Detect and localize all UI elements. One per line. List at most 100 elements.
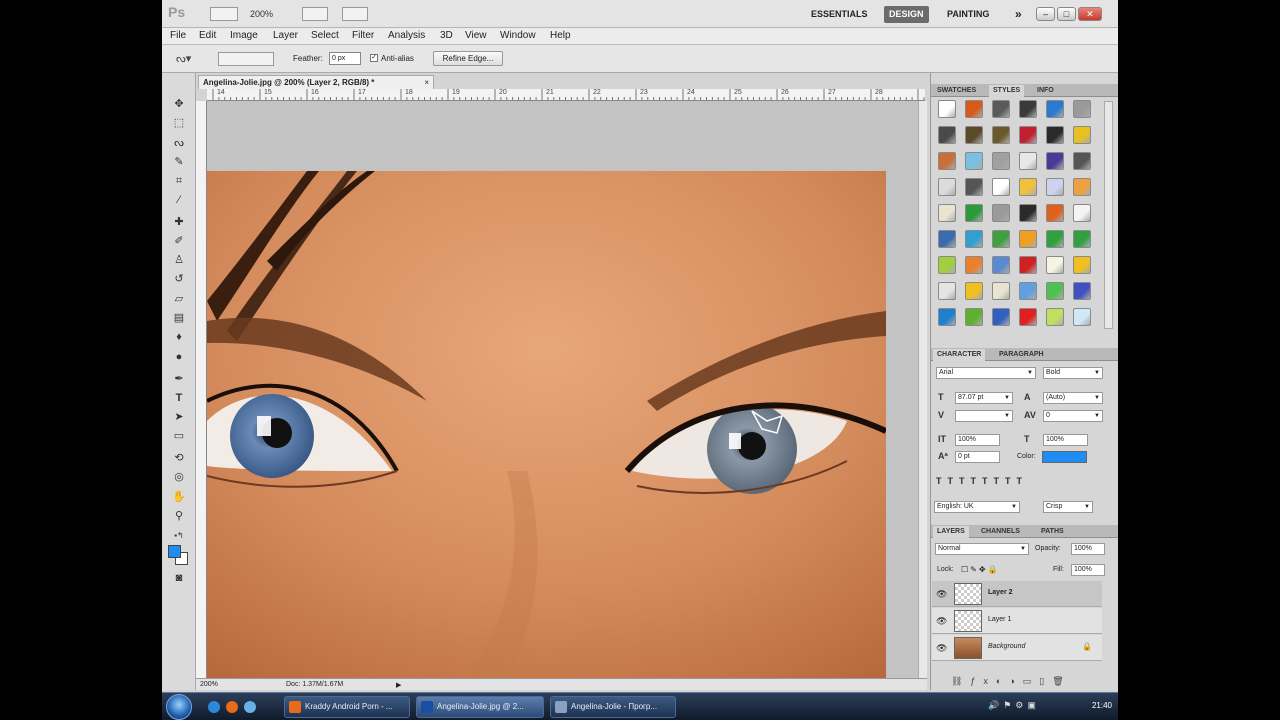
quicklaunch-ie-icon[interactable] [208, 701, 220, 713]
style-preset-swatch[interactable] [1073, 308, 1091, 326]
refine-edge-button[interactable]: Refine Edge... [433, 51, 503, 66]
healing-brush-tool-icon[interactable]: ✚ [171, 215, 187, 229]
style-preset-swatch[interactable] [1073, 256, 1091, 274]
tab-character[interactable]: CHARACTER [933, 349, 986, 361]
marquee-tool-icon[interactable]: ⬚ [171, 116, 187, 130]
layer-row-layer-1[interactable]: 👁 Layer 1 [932, 608, 1102, 634]
zoom-level-dropdown[interactable]: 200% [250, 9, 273, 19]
shape-tool-icon[interactable]: ▭ [171, 429, 187, 443]
style-preset-swatch[interactable] [1019, 282, 1037, 300]
tab-channels[interactable]: CHANNELS [977, 526, 1024, 538]
tracking-field[interactable]: 0 ▼ [1043, 410, 1103, 422]
style-preset-swatch[interactable] [1019, 126, 1037, 144]
style-preset-swatch[interactable] [938, 282, 956, 300]
style-preset-swatch[interactable] [1046, 230, 1064, 248]
path-selection-tool-icon[interactable]: ➤ [171, 410, 187, 424]
style-preset-swatch[interactable] [992, 230, 1010, 248]
style-preset-swatch[interactable] [938, 126, 956, 144]
menu-help[interactable]: Help [550, 30, 571, 41]
language-select[interactable]: English: UK ▼ [934, 501, 1020, 513]
menu-image[interactable]: Image [230, 30, 258, 41]
blur-tool-icon[interactable]: ♦ [171, 330, 187, 344]
tab-info[interactable]: INFO [1033, 85, 1058, 97]
eye-icon[interactable]: 👁 [936, 643, 947, 654]
style-preset-swatch[interactable] [992, 178, 1010, 196]
style-preset-swatch[interactable] [992, 282, 1010, 300]
lasso-preset-icon[interactable]: ᔓ▾ [176, 52, 204, 66]
arrange-documents-button[interactable] [342, 7, 368, 21]
hand-tool-icon[interactable]: ✋ [171, 490, 187, 504]
tab-paragraph[interactable]: PARAGRAPH [995, 349, 1048, 361]
status-zoom[interactable]: 200% [200, 681, 218, 688]
style-preset-swatch[interactable] [992, 308, 1010, 326]
menu-edit[interactable]: Edit [199, 30, 216, 41]
menu-window[interactable]: Window [500, 30, 536, 41]
default-colors-icon[interactable]: ▪↰ [171, 529, 187, 543]
style-preset-swatch[interactable] [1019, 308, 1037, 326]
font-size-field[interactable]: 87.07 pt ▼ [955, 392, 1013, 404]
menu-view[interactable]: View [465, 30, 487, 41]
lock-icons[interactable]: ☐✎✥🔒 [961, 565, 1000, 574]
style-preset-swatch[interactable] [965, 308, 983, 326]
crop-tool-icon[interactable]: ⌗ [171, 174, 187, 188]
workspace-painting[interactable]: PAINTING [942, 6, 994, 23]
style-preset-swatch[interactable] [1073, 282, 1091, 300]
style-preset-swatch[interactable] [1019, 256, 1037, 274]
brush-tool-icon[interactable]: ✐ [171, 234, 187, 248]
foreground-color-swatch[interactable] [168, 545, 181, 558]
style-preset-swatch[interactable] [965, 230, 983, 248]
style-preset-swatch[interactable] [938, 152, 956, 170]
close-document-icon[interactable]: × [424, 76, 429, 89]
style-preset-swatch[interactable] [1019, 204, 1037, 222]
style-preset-swatch[interactable] [992, 126, 1010, 144]
workspace-design[interactable]: DESIGN [884, 6, 929, 23]
taskbar-item-viewer[interactable]: Angelina-Jolie - Прогр... [550, 696, 676, 718]
zoom-tool-icon[interactable]: ⚲ [171, 509, 187, 523]
style-preset-swatch[interactable] [1046, 256, 1064, 274]
close-button[interactable]: ✕ [1078, 7, 1102, 21]
menu-file[interactable]: File [170, 30, 186, 41]
layer-row-background[interactable]: 👁 Background 🔒 [932, 635, 1102, 661]
style-preset-swatch[interactable] [1073, 126, 1091, 144]
eye-icon[interactable]: 👁 [936, 616, 947, 627]
style-preset-swatch[interactable] [938, 308, 956, 326]
style-preset-swatch[interactable] [992, 256, 1010, 274]
style-preset-swatch[interactable] [1073, 230, 1091, 248]
style-preset-swatch[interactable] [965, 204, 983, 222]
style-preset-swatch[interactable] [1046, 126, 1064, 144]
baseline-shift-field[interactable]: 0 pt [955, 451, 1000, 463]
text-color-swatch[interactable] [1042, 451, 1087, 463]
vertical-scrollbar[interactable] [918, 101, 927, 678]
style-preset-swatch[interactable] [965, 100, 983, 118]
style-preset-swatch[interactable] [965, 256, 983, 274]
style-preset-swatch[interactable] [938, 256, 956, 274]
lasso-tool-icon[interactable]: ᔓ [171, 136, 187, 150]
style-preset-swatch[interactable] [1046, 152, 1064, 170]
eraser-tool-icon[interactable]: ▱ [171, 292, 187, 306]
menu-layer[interactable]: Layer [273, 30, 298, 41]
layer-action-buttons[interactable]: ⛓ƒx◐◑▭▯🗑 [951, 676, 1072, 687]
layer-row-layer-2[interactable]: 👁 Layer 2 [932, 581, 1102, 607]
style-preset-swatch[interactable] [1046, 308, 1064, 326]
style-preset-swatch[interactable] [1073, 178, 1091, 196]
style-preset-swatch[interactable] [965, 126, 983, 144]
style-preset-swatch[interactable] [1046, 282, 1064, 300]
style-preset-swatch[interactable] [938, 204, 956, 222]
style-preset-swatch[interactable] [965, 282, 983, 300]
style-preset-swatch[interactable] [1046, 178, 1064, 196]
3d-orbit-tool-icon[interactable]: ◎ [171, 470, 187, 484]
style-preset-swatch[interactable] [1046, 204, 1064, 222]
kerning-field[interactable]: ▼ [955, 410, 1013, 422]
menu-select[interactable]: Select [311, 30, 339, 41]
minimize-button[interactable]: – [1036, 7, 1055, 21]
style-preset-swatch[interactable] [938, 100, 956, 118]
launch-bridge-button[interactable] [210, 7, 238, 21]
maximize-button[interactable]: □ [1057, 7, 1076, 21]
style-preset-swatch[interactable] [1019, 230, 1037, 248]
tab-styles[interactable]: STYLES [989, 85, 1025, 97]
style-preset-swatch[interactable] [1073, 204, 1091, 222]
view-extras-button[interactable] [302, 7, 328, 21]
type-tool-icon[interactable]: T [171, 391, 187, 405]
eye-icon[interactable]: 👁 [936, 589, 947, 600]
dodge-tool-icon[interactable]: ● [171, 350, 187, 364]
